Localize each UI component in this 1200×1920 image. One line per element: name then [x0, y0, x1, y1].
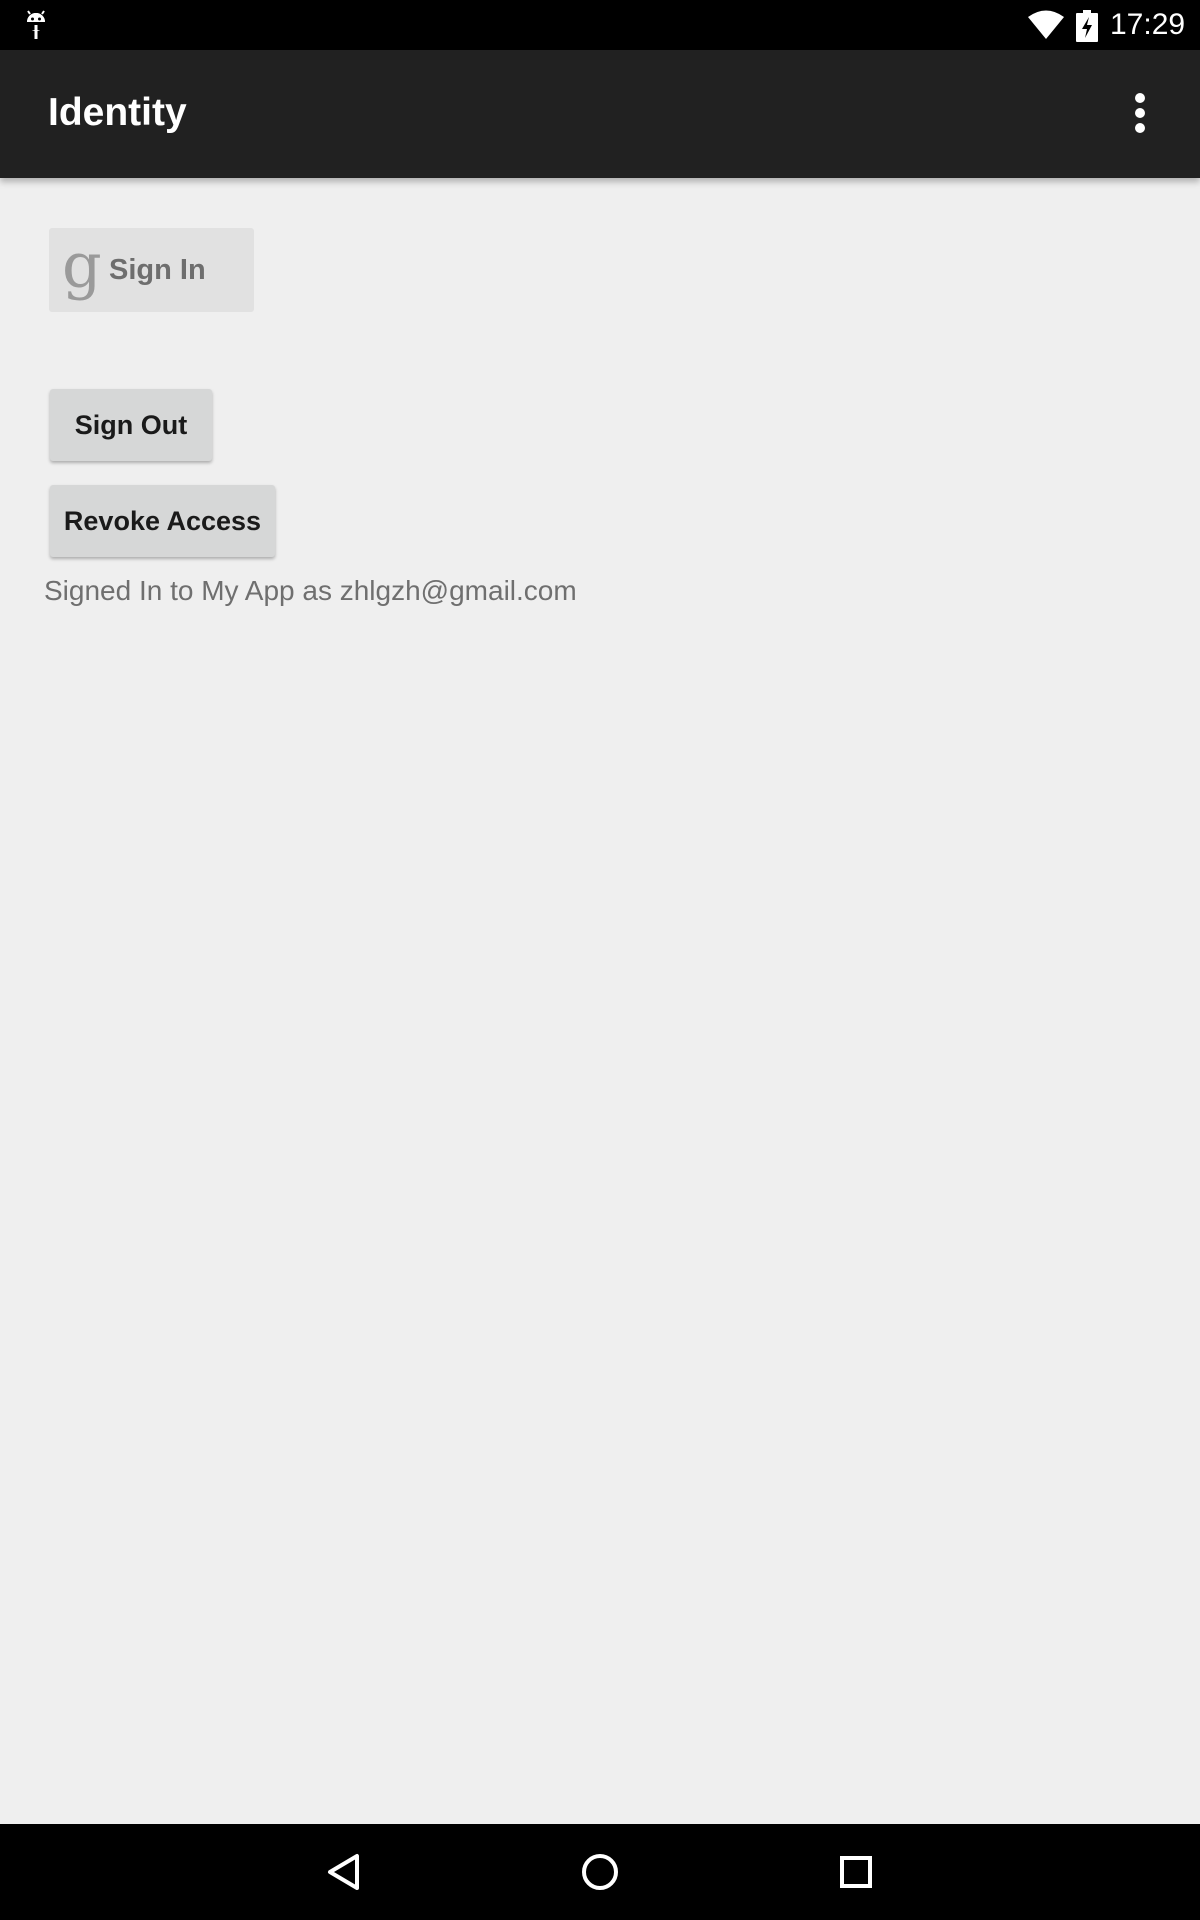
- google-sign-in-button[interactable]: g Sign In: [49, 228, 254, 312]
- battery-charging-icon: [1076, 10, 1098, 42]
- navigation-bar: [0, 1824, 1200, 1920]
- back-button[interactable]: [314, 1842, 374, 1902]
- home-button[interactable]: [570, 1842, 630, 1902]
- back-icon: [328, 1854, 359, 1890]
- app-bar: Identity: [0, 50, 1200, 178]
- overflow-menu-button[interactable]: [1118, 86, 1162, 142]
- wifi-icon: [1028, 10, 1064, 39]
- sign-in-label: Sign In: [109, 254, 206, 286]
- android-notification-icon: [27, 10, 45, 39]
- recents-button[interactable]: [826, 1842, 886, 1902]
- more-vert-icon: [1135, 93, 1145, 133]
- home-icon: [582, 1854, 618, 1890]
- sign-out-label: Sign Out: [74, 409, 188, 440]
- revoke-access-label: Revoke Access: [63, 505, 262, 536]
- google-g-icon: g: [62, 229, 102, 302]
- sign-in-status-text: Signed In to My App as zhlgzh@gmail.com: [44, 575, 577, 606]
- sign-out-button[interactable]: Sign Out: [50, 389, 212, 461]
- recents-icon: [840, 1856, 872, 1888]
- status-bar-clock: 17:29: [1110, 8, 1186, 41]
- app-title: Identity: [48, 91, 187, 134]
- status-bar: 17:29: [0, 0, 1200, 50]
- revoke-access-button[interactable]: Revoke Access: [50, 485, 275, 557]
